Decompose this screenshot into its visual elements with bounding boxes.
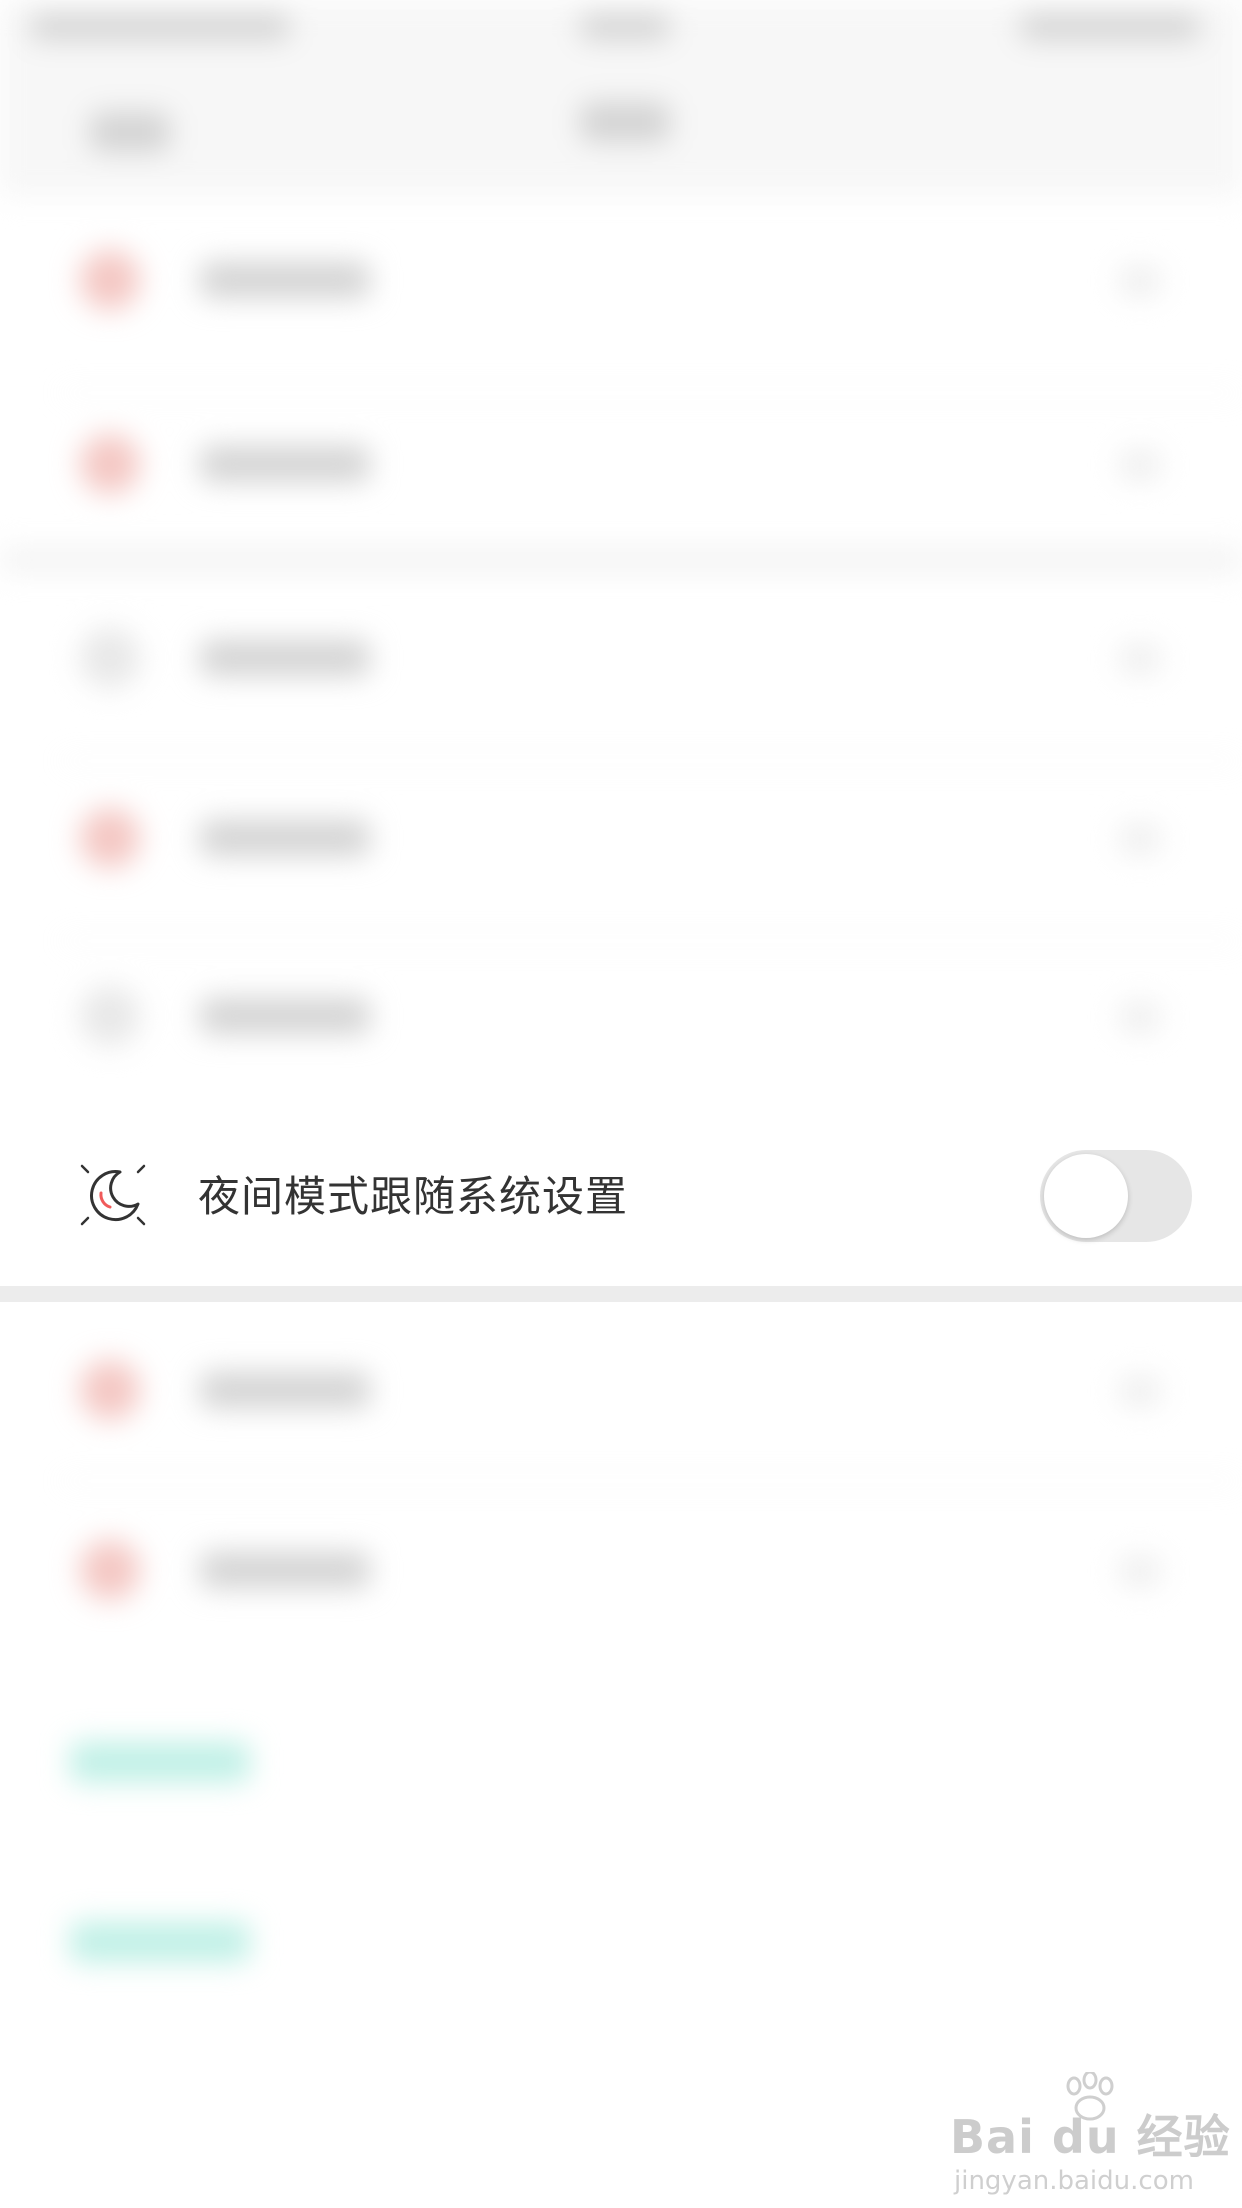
section-divider: [0, 1286, 1242, 1302]
watermark-logo: Bai du 经验: [950, 2110, 1231, 2164]
blurred-background: [0, 0, 1242, 2208]
watermark-url: jingyan.baidu.com: [954, 2166, 1194, 2196]
baidu-watermark: Bai du 经验 jingyan.baidu.com: [950, 2070, 1230, 2196]
night-mode-toggle[interactable]: [1040, 1150, 1192, 1242]
moon-icon: [80, 1164, 146, 1226]
navigation-bar: [0, 56, 1242, 196]
night-mode-label: 夜间模式跟随系统设置: [198, 1172, 629, 1221]
toggle-knob[interactable]: [1044, 1154, 1128, 1238]
status-bar: [0, 0, 1242, 56]
